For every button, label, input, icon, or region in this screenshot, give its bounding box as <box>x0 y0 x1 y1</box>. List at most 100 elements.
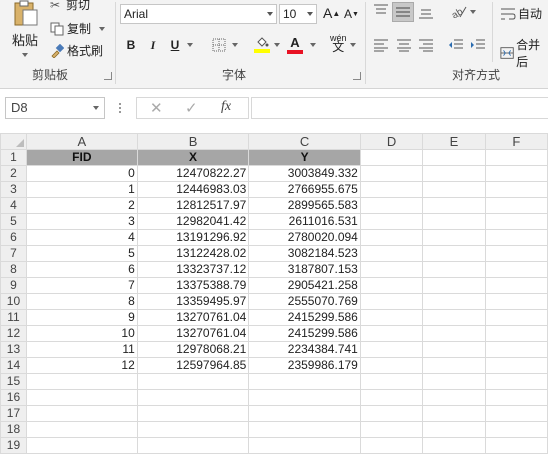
cell[interactable] <box>359 373 424 390</box>
cell[interactable] <box>422 149 486 166</box>
cell[interactable] <box>25 437 138 454</box>
cell[interactable] <box>136 405 250 422</box>
cell[interactable]: 6 <box>25 261 138 278</box>
row-header[interactable]: 17 <box>0 405 27 422</box>
cell[interactable] <box>359 245 424 262</box>
cell[interactable]: 4 <box>25 229 138 246</box>
column-header-a[interactable]: A <box>25 133 138 150</box>
cell[interactable] <box>25 389 138 406</box>
cell[interactable] <box>359 181 424 198</box>
align-middle-button[interactable] <box>392 2 414 22</box>
font-dialog-launcher[interactable] <box>353 72 361 80</box>
cell[interactable]: 11 <box>25 341 138 358</box>
cell[interactable]: 2415299.586 <box>248 325 361 342</box>
cell[interactable] <box>359 293 424 310</box>
cell[interactable] <box>25 373 138 390</box>
cell[interactable]: 12446983.03 <box>136 181 250 198</box>
cell[interactable] <box>248 405 361 422</box>
cell[interactable] <box>422 165 486 182</box>
cell[interactable] <box>248 421 361 438</box>
row-header[interactable]: 11 <box>0 309 27 326</box>
row-header[interactable]: 13 <box>0 341 27 358</box>
cell[interactable] <box>484 293 548 310</box>
cell[interactable]: 9 <box>25 309 138 326</box>
cell[interactable] <box>359 437 424 454</box>
row-header[interactable]: 4 <box>0 197 27 214</box>
cell[interactable]: 2 <box>25 197 138 214</box>
cell[interactable]: 1 <box>25 181 138 198</box>
cell[interactable] <box>359 229 424 246</box>
cell[interactable] <box>422 213 486 230</box>
cell[interactable] <box>484 389 548 406</box>
cell[interactable] <box>484 437 548 454</box>
row-header[interactable]: 19 <box>0 437 27 454</box>
cell[interactable]: 13323737.12 <box>136 261 250 278</box>
font-color-dropdown[interactable] <box>310 43 316 47</box>
border-button[interactable] <box>210 36 228 54</box>
format-painter-button[interactable]: 格式刷 <box>50 42 103 59</box>
cell[interactable]: 2555070.769 <box>248 293 361 310</box>
cell[interactable] <box>359 149 424 166</box>
underline-dropdown[interactable] <box>187 43 193 47</box>
align-bottom-icon[interactable] <box>418 5 434 19</box>
cell[interactable]: FID <box>25 149 138 166</box>
orientation-icon[interactable]: ab <box>450 4 468 18</box>
cell[interactable] <box>359 421 424 438</box>
insert-function-icon[interactable]: fx <box>221 99 231 115</box>
cell[interactable]: 7 <box>25 277 138 294</box>
cell[interactable]: 3082184.523 <box>248 245 361 262</box>
cell[interactable] <box>422 293 486 310</box>
cell[interactable]: 12812517.97 <box>136 197 250 214</box>
cell[interactable]: 13375388.79 <box>136 277 250 294</box>
cell[interactable] <box>248 437 361 454</box>
cell[interactable] <box>136 437 250 454</box>
cell[interactable] <box>484 373 548 390</box>
cell[interactable]: 5 <box>25 245 138 262</box>
cell[interactable] <box>248 373 361 390</box>
column-header-b[interactable]: B <box>136 133 250 150</box>
row-header[interactable]: 14 <box>0 357 27 374</box>
cell[interactable] <box>136 421 250 438</box>
copy-button[interactable]: 复制 <box>50 20 106 37</box>
cell[interactable] <box>359 341 424 358</box>
select-all-button[interactable] <box>0 133 27 150</box>
cell[interactable]: X <box>136 149 250 166</box>
cell[interactable] <box>484 213 548 230</box>
cell[interactable] <box>422 245 486 262</box>
cell[interactable]: 13122428.02 <box>136 245 250 262</box>
align-right-icon[interactable] <box>418 38 434 52</box>
decrease-indent-icon[interactable] <box>448 38 464 52</box>
cell[interactable] <box>422 405 486 422</box>
cell[interactable] <box>359 165 424 182</box>
cell[interactable]: 10 <box>25 325 138 342</box>
cell[interactable] <box>484 245 548 262</box>
cell[interactable] <box>484 181 548 198</box>
merge-center-button[interactable]: 合并后 <box>500 36 548 70</box>
align-top-icon[interactable] <box>373 4 389 18</box>
font-name-select[interactable]: Arial <box>120 4 277 24</box>
cell[interactable]: 0 <box>25 165 138 182</box>
font-color-button[interactable]: A <box>286 36 304 54</box>
cell[interactable] <box>422 325 486 342</box>
phonetic-button[interactable]: wén 文 <box>330 34 347 54</box>
cancel-icon[interactable]: ✕ <box>150 99 163 117</box>
cell[interactable]: 2415299.586 <box>248 309 361 326</box>
clipboard-dialog-launcher[interactable] <box>104 72 112 80</box>
cell[interactable]: 2611016.531 <box>248 213 361 230</box>
cut-button[interactable]: ✂ 剪切 <box>50 0 90 13</box>
cell[interactable] <box>359 325 424 342</box>
row-header[interactable]: 9 <box>0 277 27 294</box>
cell[interactable] <box>359 261 424 278</box>
cell[interactable] <box>484 149 548 166</box>
shrink-font-button[interactable]: A ▼ <box>344 7 359 21</box>
row-header[interactable]: 8 <box>0 261 27 278</box>
cell[interactable]: 3 <box>25 213 138 230</box>
row-header[interactable]: 5 <box>0 213 27 230</box>
orientation-dropdown[interactable] <box>470 10 476 14</box>
cell[interactable] <box>484 165 548 182</box>
row-header[interactable]: 1 <box>0 149 27 166</box>
row-header[interactable]: 7 <box>0 245 27 262</box>
cell[interactable] <box>484 229 548 246</box>
cell[interactable] <box>359 405 424 422</box>
phonetic-dropdown[interactable] <box>350 43 356 47</box>
